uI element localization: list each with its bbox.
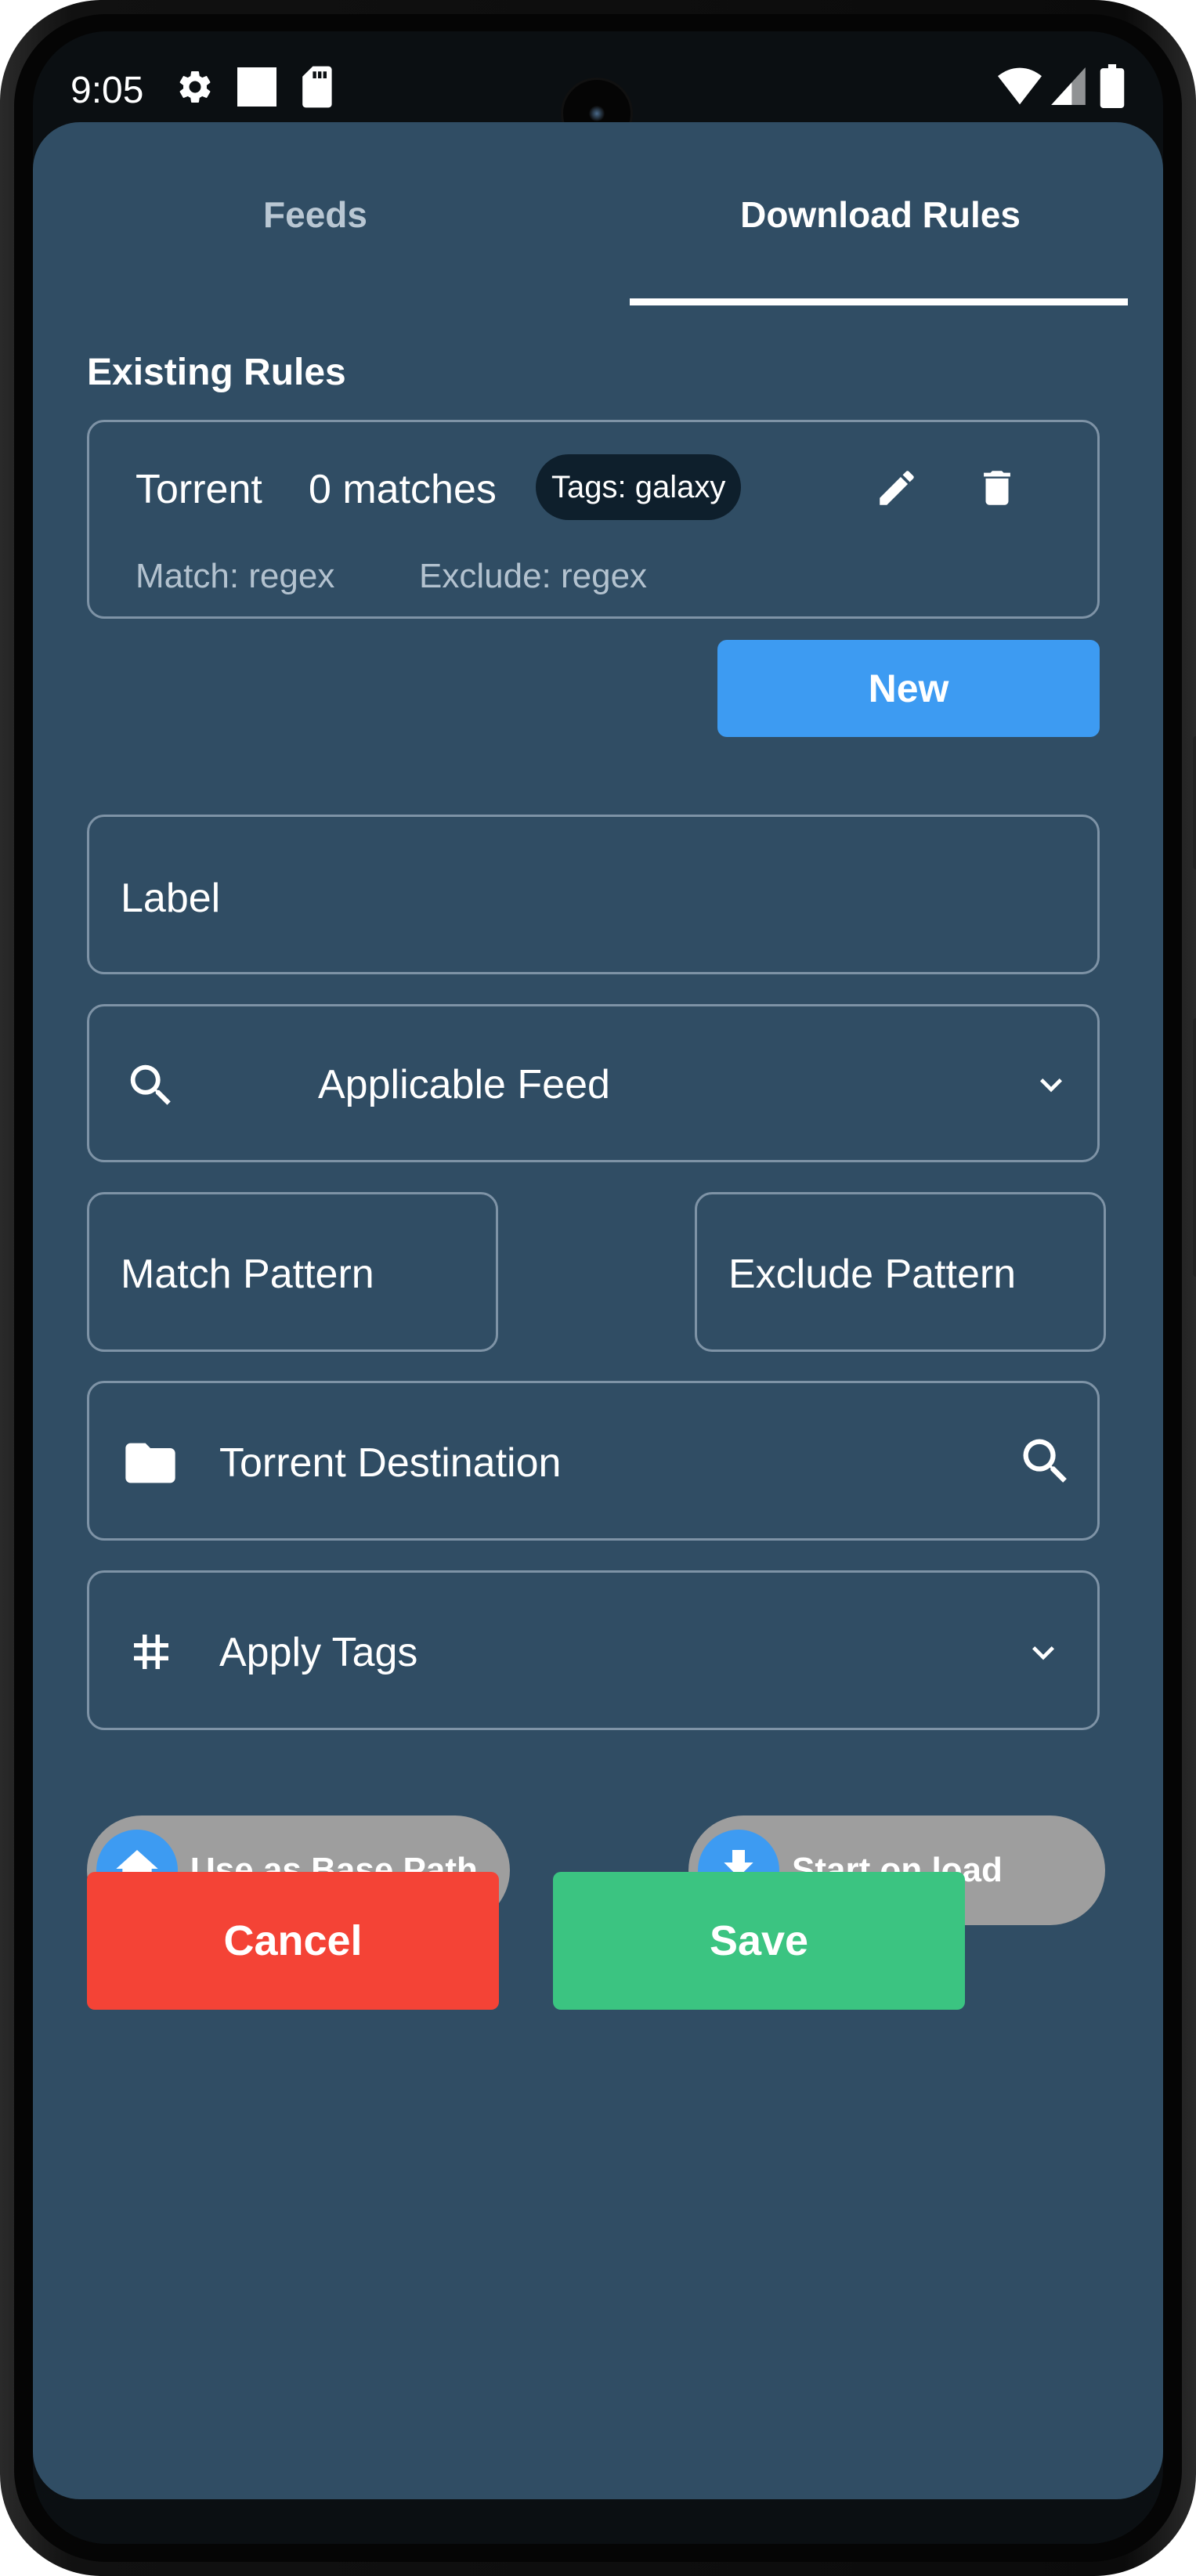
applicable-feed-dropdown[interactable]: Applicable Feed <box>87 1004 1100 1162</box>
torrent-destination-field[interactable]: Torrent Destination <box>87 1381 1100 1541</box>
apply-tags-label: Apply Tags <box>219 1630 418 1675</box>
signal-icon <box>1051 67 1086 105</box>
exclude-pattern-placeholder: Exclude Pattern <box>728 1252 1017 1297</box>
search-icon <box>130 1064 171 1105</box>
rule-match: Match: regex <box>135 557 335 595</box>
tab-feeds[interactable]: Feeds <box>33 122 598 307</box>
navigation-bar <box>33 2499 1163 2544</box>
rule-card[interactable]: Torrent 0 matches Tags: galaxy Match: re… <box>87 420 1100 619</box>
battery-icon <box>1100 64 1125 108</box>
gear-icon <box>179 71 211 103</box>
rule-matches: 0 matches <box>309 467 497 512</box>
rule-exclude: Exclude: regex <box>419 557 648 595</box>
wifi-icon <box>998 67 1042 105</box>
tab-indicator <box>630 298 1128 305</box>
square-icon <box>237 67 276 107</box>
chevron-down-icon <box>1032 1646 1054 1660</box>
label-placeholder: Label <box>121 876 221 921</box>
search-icon[interactable] <box>1016 1432 1075 1491</box>
label-field[interactable]: Label <box>87 815 1100 974</box>
rule-name: Torrent <box>135 467 262 512</box>
exclude-pattern-field[interactable]: Exclude Pattern <box>695 1192 1106 1352</box>
match-pattern-placeholder: Match Pattern <box>121 1252 374 1297</box>
delete-icon[interactable] <box>974 465 1020 511</box>
power-button <box>1193 1018 1196 1277</box>
apply-tags-dropdown[interactable]: Apply Tags <box>87 1570 1100 1730</box>
save-button[interactable]: Save <box>553 1872 965 2010</box>
app-content: Feeds Download Rules Existing Rules Torr… <box>33 122 1163 2499</box>
edit-icon[interactable] <box>874 465 920 511</box>
applicable-feed-label: Applicable Feed <box>318 1062 610 1107</box>
status-time: 9:05 <box>70 70 144 111</box>
sd-card-icon <box>302 66 332 108</box>
match-pattern-field[interactable]: Match Pattern <box>87 1192 498 1352</box>
phone-frame: 9:05 Feeds Download Rules Existing Rules… <box>0 0 1196 2576</box>
screen: 9:05 Feeds Download Rules Existing Rules… <box>33 31 1163 2544</box>
volume-button <box>1193 736 1196 869</box>
tag-chip: Tags: galaxy <box>536 454 742 520</box>
existing-rules-title: Existing Rules <box>87 352 346 393</box>
torrent-destination-label: Torrent Destination <box>219 1440 562 1486</box>
folder-icon <box>125 1443 175 1483</box>
hashtag-icon <box>134 1635 168 1669</box>
chevron-down-icon <box>1040 1078 1062 1093</box>
cancel-button[interactable]: Cancel <box>87 1872 499 2010</box>
tab-download-rules[interactable]: Download Rules <box>598 122 1163 307</box>
new-button[interactable]: New <box>717 640 1100 737</box>
